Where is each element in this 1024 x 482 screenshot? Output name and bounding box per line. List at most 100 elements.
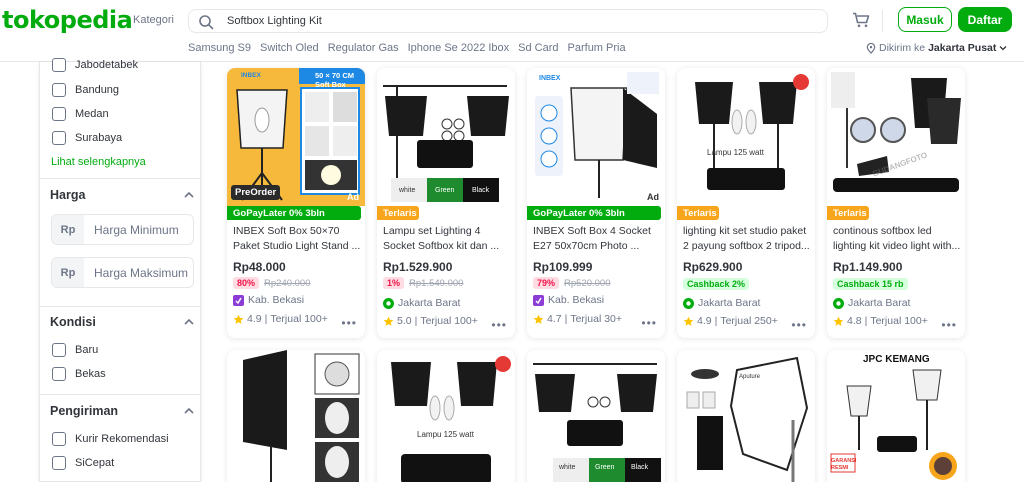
product-card[interactable]: Lampu 125 watt Terlaris lighting kit set… <box>677 68 815 338</box>
more-options-icon[interactable]: ••• <box>641 316 657 330</box>
product-card[interactable] <box>227 350 365 482</box>
product-image[interactable]: 50 × 70 CM Soft Box INBEX PreOrder Ad <box>227 68 365 206</box>
product-card[interactable]: Aputure <box>677 350 815 482</box>
cart-icon[interactable] <box>852 12 870 28</box>
product-card[interactable]: GUDANGFOTO Terlaris continous softbox le… <box>827 68 965 338</box>
filter-label: Bekas <box>75 368 106 380</box>
checkbox[interactable] <box>52 367 66 381</box>
filter-sicepat[interactable]: SiCepat <box>52 456 114 470</box>
product-image[interactable]: white Green Black <box>527 350 665 482</box>
search-input[interactable] <box>227 13 807 29</box>
separator: | <box>864 315 868 327</box>
keyword-link[interactable]: Regulator Gas <box>328 42 399 54</box>
product-image[interactable] <box>227 350 365 482</box>
product-name[interactable]: continous softbox led lighting kit video… <box>833 224 961 254</box>
power-merchant-icon <box>233 294 244 306</box>
more-options-icon[interactable]: ••• <box>941 318 957 332</box>
brand-label: Aputure <box>739 374 761 380</box>
gopaylater-ribbon: GoPayLater 0% 3bln <box>227 206 361 220</box>
filter-location-bandung[interactable]: Bandung <box>52 83 119 97</box>
more-options-icon[interactable]: ••• <box>791 318 807 332</box>
filter-location-surabaya[interactable]: Surabaya <box>52 131 122 145</box>
official-store-icon <box>383 297 394 309</box>
softbox-photo <box>677 68 815 206</box>
official-store-icon <box>833 297 844 309</box>
product-image[interactable]: GUDANGFOTO <box>827 68 965 206</box>
discount-badge: 80% <box>233 277 260 289</box>
checkbox[interactable] <box>52 58 66 72</box>
keyword-link[interactable]: Switch Oled <box>260 42 319 54</box>
login-button[interactable]: Masuk <box>898 7 952 32</box>
separator: | <box>264 313 268 325</box>
terlaris-ribbon: Terlaris <box>677 206 719 220</box>
search-icon <box>199 15 214 30</box>
register-button[interactable]: Daftar <box>958 7 1012 32</box>
chevron-up-icon[interactable] <box>184 191 194 198</box>
product-card[interactable]: INBEX Ad GoPayLater 0% 3bln INBEX Soft B… <box>527 68 665 338</box>
separator: | <box>414 315 418 327</box>
see-more-link[interactable]: Lihat selengkapnya <box>51 156 146 168</box>
softbox-photo <box>827 68 965 206</box>
image-caption: Lampu 125 watt <box>707 148 764 157</box>
product-image[interactable]: JPC KEMANG GARANSI RESMI <box>827 350 965 482</box>
more-options-icon[interactable]: ••• <box>491 318 507 332</box>
filter-location-medan[interactable]: Medan <box>52 107 109 121</box>
checkbox[interactable] <box>52 131 66 145</box>
keyword-link[interactable]: Sd Card <box>518 42 558 54</box>
chevron-up-icon[interactable] <box>184 318 194 325</box>
filter-label: Baru <box>75 344 99 356</box>
keyword-link[interactable]: Parfum Pria <box>568 42 626 54</box>
product-name[interactable]: INBEX Soft Box 50×70 Paket Studio Light … <box>233 224 361 254</box>
original-price: Rp520.000 <box>564 277 611 289</box>
keyword-link[interactable]: Iphone Se 2022 Ibox <box>408 42 510 54</box>
cashback-row: Cashback 2% <box>683 278 750 290</box>
kondisi-section-title[interactable]: Kondisi <box>50 315 96 329</box>
checkbox[interactable] <box>52 83 66 97</box>
product-name[interactable]: Lampu set Lighting 4 Socket Softbox kit … <box>383 224 511 254</box>
keyword-link[interactable]: Samsung S9 <box>188 42 251 54</box>
filter-location-jabodetabek[interactable]: Jabodetabek <box>52 58 138 72</box>
sold-count: Terjual 100+ <box>870 315 928 327</box>
product-card[interactable]: JPC KEMANG GARANSI RESMI <box>827 350 965 482</box>
tokopedia-logo[interactable]: tokopedia <box>2 6 133 34</box>
section-divider <box>40 178 200 179</box>
cashback-badge: Cashback 2% <box>683 278 750 290</box>
section-divider <box>40 394 200 395</box>
product-image[interactable]: white Green Black <box>377 68 515 206</box>
shipping-location[interactable]: Dikirim ke Jakarta Pusat <box>866 42 1007 54</box>
bg-label-white: white <box>399 187 416 194</box>
filter-label: Jabodetabek <box>75 59 138 71</box>
product-image[interactable]: INBEX Ad <box>527 68 665 206</box>
product-name[interactable]: lighting kit set studio paket 2 payung s… <box>683 224 811 254</box>
pengiriman-section-title[interactable]: Pengiriman <box>50 404 118 418</box>
kategori-menu[interactable]: Kategori <box>133 14 174 26</box>
price-min-input[interactable]: Rp Harga Minimum <box>51 214 194 245</box>
product-image[interactable]: Lampu 125 watt <box>677 68 815 206</box>
product-name[interactable]: INBEX Soft Box 4 Socket E27 50x70cm Phot… <box>533 224 661 254</box>
product-card[interactable]: 50 × 70 CM Soft Box INBEX PreOrder Ad Go… <box>227 68 365 338</box>
filter-kurir-rekomendasi[interactable]: Kurir Rekomendasi <box>52 432 169 446</box>
checkbox[interactable] <box>52 107 66 121</box>
filter-kondisi-bekas[interactable]: Bekas <box>52 367 106 381</box>
product-card[interactable]: white Green Black <box>527 350 665 482</box>
terlaris-ribbon: Terlaris <box>827 206 869 220</box>
star-icon <box>533 314 544 324</box>
checkbox[interactable] <box>52 456 66 470</box>
product-image[interactable]: Lampu 125 watt <box>377 350 515 482</box>
rating-row: 4.9 | Terjual 100+ <box>233 313 328 325</box>
softbox-photo <box>527 350 665 482</box>
checkbox[interactable] <box>52 432 66 446</box>
search-bar[interactable] <box>188 9 828 33</box>
checkbox[interactable] <box>52 343 66 357</box>
discount-row: 80% Rp240.000 <box>233 277 311 289</box>
softbox-photo <box>227 350 365 482</box>
product-card[interactable]: Lampu 125 watt <box>377 350 515 482</box>
price-max-input[interactable]: Rp Harga Maksimum <box>51 257 194 288</box>
chevron-up-icon[interactable] <box>184 407 194 414</box>
harga-section-title[interactable]: Harga <box>50 188 85 202</box>
section-divider <box>40 306 200 307</box>
filter-kondisi-baru[interactable]: Baru <box>52 343 98 357</box>
product-card[interactable]: white Green Black Terlaris Lampu set Lig… <box>377 68 515 338</box>
more-options-icon[interactable]: ••• <box>341 316 357 330</box>
product-image[interactable]: Aputure <box>677 350 815 482</box>
